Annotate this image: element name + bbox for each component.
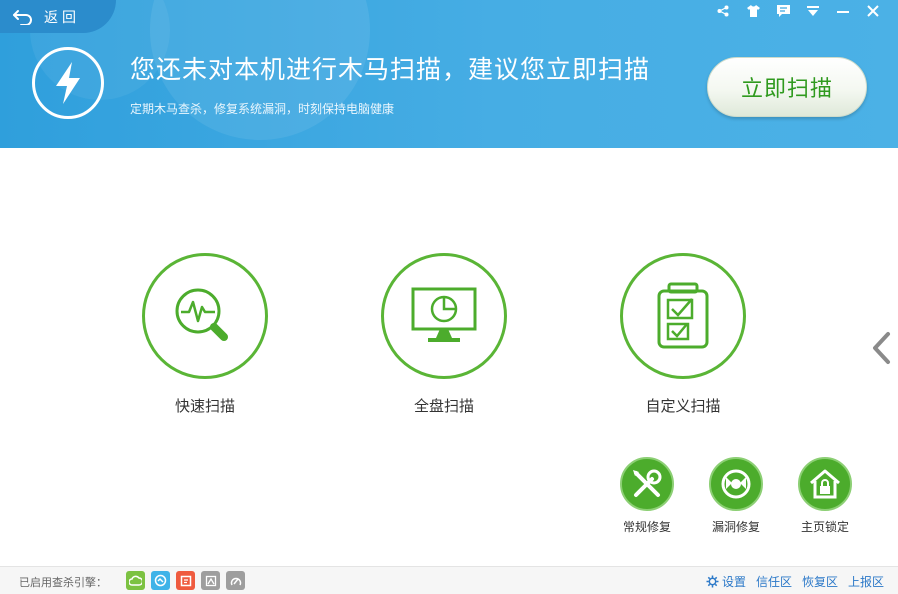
full-scan-label: 全盘扫描 bbox=[413, 397, 474, 415]
scan-now-button[interactable]: 立即扫描 bbox=[707, 57, 867, 117]
vulnerability-repair-button[interactable]: 漏洞修复 bbox=[701, 457, 771, 535]
avira-engine-icon[interactable] bbox=[226, 571, 245, 590]
bitdefender-engine-icon[interactable] bbox=[176, 571, 195, 590]
back-button[interactable]: 返回 bbox=[0, 0, 116, 33]
gear-icon bbox=[706, 575, 719, 588]
quick-scan-icon bbox=[175, 288, 228, 341]
disabled-engine-icon[interactable] bbox=[201, 571, 220, 590]
homepage-lock-button[interactable]: 主页锁定 bbox=[790, 457, 860, 535]
custom-scan-icon bbox=[657, 282, 709, 349]
home-lock-icon bbox=[798, 457, 852, 511]
homepage-lock-label: 主页锁定 bbox=[800, 520, 849, 534]
skin-icon[interactable] bbox=[738, 3, 768, 19]
custom-scan-label: 自定义扫描 bbox=[645, 397, 721, 415]
full-scan-ring bbox=[381, 253, 507, 379]
settings-label: 设置 bbox=[721, 575, 746, 589]
full-scan-icon bbox=[411, 287, 477, 342]
cloud-engine-icon[interactable] bbox=[126, 571, 145, 590]
wrench-icon bbox=[620, 457, 674, 511]
header-banner: 返回 您还未对本机进行木马扫描，建议您立即扫描 定期木马查杀，修复系统漏洞，时刻… bbox=[0, 0, 898, 148]
settings-link[interactable]: 设置 bbox=[706, 573, 746, 590]
footer-links: 设置 信任区 恢复区 上报区 bbox=[706, 573, 884, 590]
full-scan-button[interactable]: 全盘扫描 bbox=[379, 253, 509, 416]
engine-list bbox=[126, 571, 245, 590]
trust-zone-link[interactable]: 信任区 bbox=[756, 573, 792, 590]
feedback-icon[interactable] bbox=[768, 3, 798, 19]
chevron-left-icon[interactable] bbox=[868, 330, 894, 366]
back-label: 返回 bbox=[44, 9, 80, 26]
restore-zone-link[interactable]: 恢复区 bbox=[802, 573, 838, 590]
page-subtitle: 定期木马查杀，修复系统漏洞，时刻保持电脑健康 bbox=[130, 102, 395, 116]
lightning-icon bbox=[32, 47, 104, 119]
back-arrow-icon bbox=[13, 9, 32, 25]
engine-label: 已启用查杀引擎： bbox=[19, 576, 107, 589]
patch-icon bbox=[709, 457, 763, 511]
custom-scan-button[interactable]: 自定义扫描 bbox=[618, 253, 748, 416]
qvm-engine-icon[interactable] bbox=[151, 571, 170, 590]
window-controls bbox=[708, 3, 888, 19]
vulnerability-repair-label: 漏洞修复 bbox=[711, 520, 760, 534]
routine-repair-button[interactable]: 常规修复 bbox=[612, 457, 682, 535]
menu-icon[interactable] bbox=[798, 3, 828, 19]
quick-scan-button[interactable]: 快速扫描 bbox=[140, 253, 270, 416]
quick-scan-ring bbox=[142, 253, 268, 379]
minimize-icon[interactable] bbox=[828, 3, 858, 19]
status-bar: 已启用查杀引擎： 设置 信任区 恢复区 上报区 bbox=[0, 566, 898, 594]
quick-scan-label: 快速扫描 bbox=[174, 397, 235, 415]
routine-repair-label: 常规修复 bbox=[622, 520, 671, 534]
page-headline: 您还未对本机进行木马扫描，建议您立即扫描 bbox=[130, 55, 651, 84]
custom-scan-ring bbox=[620, 253, 746, 379]
report-zone-link[interactable]: 上报区 bbox=[848, 573, 884, 590]
close-icon[interactable] bbox=[858, 3, 888, 19]
share-icon[interactable] bbox=[708, 3, 738, 19]
